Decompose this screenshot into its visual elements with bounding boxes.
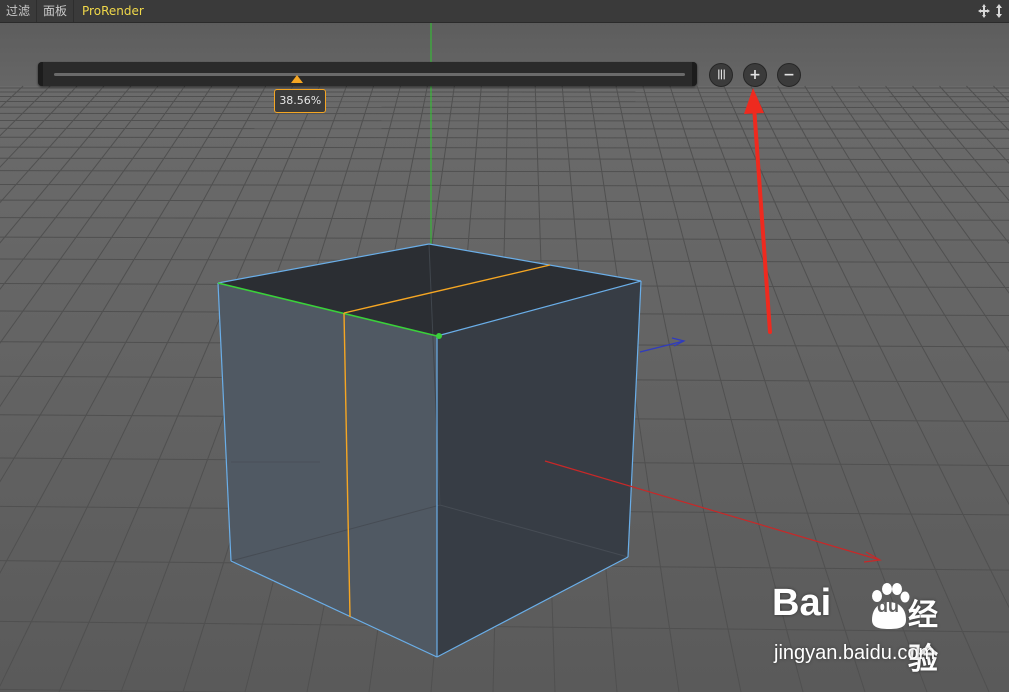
bars-icon: ||| xyxy=(717,69,726,80)
slider-thumb-icon[interactable] xyxy=(291,75,304,83)
watermark-brand-du: du xyxy=(877,596,899,616)
loop-slider[interactable] xyxy=(38,62,697,86)
slider-cap-left xyxy=(38,62,43,86)
minus-icon: − xyxy=(783,67,795,83)
menu-item-prorender[interactable]: ProRender xyxy=(74,0,150,22)
loop-count-button[interactable]: ||| xyxy=(709,63,733,87)
slider-track[interactable] xyxy=(54,73,685,76)
watermark-brand-latin: Bai xyxy=(772,582,832,624)
baidu-watermark: Bai du 经验 jingyan.baidu.com xyxy=(772,582,962,677)
menu-bar: 过滤 面板 ProRender xyxy=(0,0,1009,23)
menu-item-filter[interactable]: 过滤 xyxy=(0,0,38,22)
plus-icon: + xyxy=(749,67,761,83)
slider-value-label: 38.56% xyxy=(274,89,327,113)
viewport-nav-icons[interactable] xyxy=(977,3,1005,19)
add-button[interactable]: + xyxy=(743,63,767,87)
zoom-view-icon xyxy=(996,4,1002,18)
menu-item-panel[interactable]: 面板 xyxy=(37,0,75,22)
move-view-icon xyxy=(978,4,990,18)
selected-point xyxy=(436,333,442,339)
slider-cap-right xyxy=(692,62,697,86)
watermark-url: jingyan.baidu.com xyxy=(774,642,936,664)
remove-button[interactable]: − xyxy=(777,63,801,87)
